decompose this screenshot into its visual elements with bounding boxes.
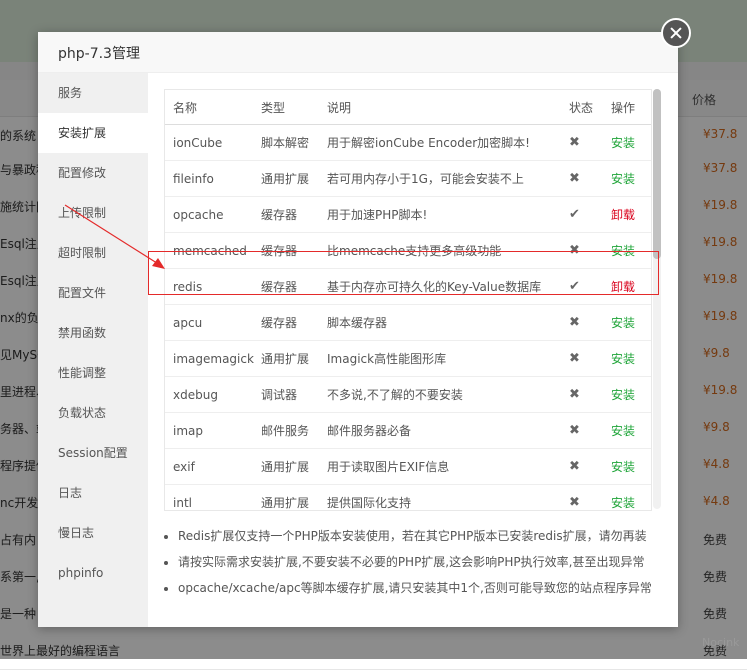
annotation-arrow (64, 204, 165, 269)
